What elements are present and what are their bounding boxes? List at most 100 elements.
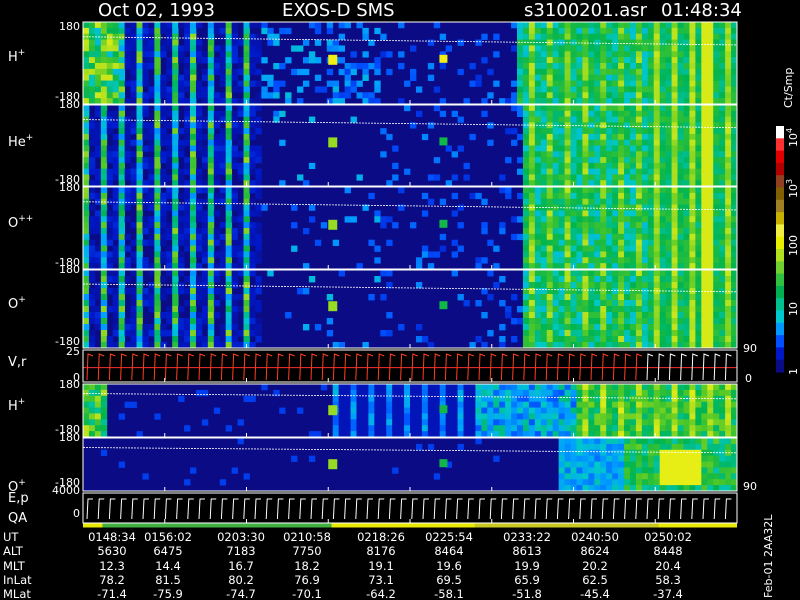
spectrogram-cell bbox=[606, 39, 613, 46]
spectrogram-cell bbox=[421, 133, 429, 141]
colorbar-segment bbox=[776, 310, 784, 324]
spectrogram-cell bbox=[172, 74, 179, 81]
spectrogram-cell bbox=[118, 210, 126, 217]
spectrogram-cell bbox=[398, 389, 405, 397]
spectrogram-cell bbox=[731, 431, 738, 438]
spectrogram-cell bbox=[118, 330, 126, 337]
spectrogram-cell bbox=[154, 210, 161, 217]
spectrogram-cell bbox=[659, 401, 667, 408]
spectrogram-cell bbox=[558, 33, 565, 40]
spectrogram-cell bbox=[653, 306, 661, 313]
spectrogram-cell bbox=[219, 192, 227, 200]
spectrogram-cell bbox=[677, 342, 684, 349]
spectrogram-cell bbox=[570, 455, 577, 462]
spectrogram-cell bbox=[671, 312, 678, 319]
spectrogram-cell bbox=[493, 80, 500, 87]
spectrogram-cell bbox=[683, 461, 690, 468]
spectrogram-cell bbox=[647, 27, 655, 35]
spectrogram-cell bbox=[172, 168, 179, 175]
spectrogram-cell bbox=[588, 187, 595, 194]
spectrogram-cell bbox=[297, 68, 304, 76]
spectrogram-cell bbox=[136, 187, 143, 194]
spectrogram-cell bbox=[160, 27, 167, 35]
spectrogram-cell bbox=[713, 27, 720, 35]
spectrogram-cell bbox=[635, 407, 643, 414]
spectrogram-cell bbox=[231, 110, 238, 117]
ep-background bbox=[83, 493, 737, 523]
spectrogram-cell bbox=[255, 57, 262, 64]
spectrogram-cell bbox=[528, 80, 536, 87]
spectrogram-cell bbox=[94, 263, 102, 270]
spectrogram-cell bbox=[612, 245, 619, 252]
spectrogram-cell bbox=[624, 39, 631, 46]
spectrogram-cell bbox=[118, 270, 126, 277]
spectrogram-cell bbox=[618, 384, 625, 391]
spectrogram-cell bbox=[689, 128, 696, 135]
spectrogram-cell bbox=[100, 180, 108, 187]
spectrogram-cell bbox=[94, 294, 102, 301]
spectrogram-cell bbox=[624, 222, 631, 229]
spectrogram-cell bbox=[237, 263, 244, 270]
spectrogram-cell bbox=[154, 276, 161, 283]
spectrogram-cell bbox=[338, 384, 345, 391]
spectrogram-cell bbox=[225, 187, 233, 194]
spectrogram-cell bbox=[201, 257, 209, 264]
spectrogram-cell bbox=[629, 22, 637, 29]
spectrogram-cell bbox=[457, 116, 464, 123]
spectrogram-cell bbox=[683, 133, 690, 141]
spectrogram-cell bbox=[641, 39, 649, 46]
spectrogram-cell bbox=[195, 300, 203, 307]
spectrogram-cell bbox=[612, 270, 619, 277]
spectrogram-cell bbox=[83, 276, 90, 283]
spectrogram-cell bbox=[106, 80, 114, 87]
spectrogram-cell bbox=[695, 413, 702, 420]
spectrogram-cell bbox=[558, 174, 565, 181]
spectrogram-cell bbox=[588, 39, 595, 46]
spectrogram-cell bbox=[94, 51, 102, 58]
spectrogram-cell bbox=[719, 473, 726, 480]
spectrogram-cell bbox=[386, 407, 393, 414]
spectrogram-cell bbox=[635, 80, 643, 87]
spectrogram-cell bbox=[231, 318, 238, 325]
spectrogram-cell bbox=[469, 425, 476, 432]
spectrogram-cell bbox=[558, 467, 565, 474]
spectrogram-cell bbox=[481, 98, 488, 105]
spectrogram-cell bbox=[582, 485, 589, 492]
spectrogram-cell bbox=[415, 407, 423, 414]
spectrogram-cell bbox=[190, 98, 197, 105]
spectrogram-cell bbox=[641, 162, 649, 170]
spectrogram-cell bbox=[558, 306, 565, 313]
spectrogram-cell bbox=[314, 22, 322, 29]
spectrogram-cell bbox=[659, 187, 667, 194]
spectrogram-cell bbox=[588, 192, 595, 200]
spectrogram-cell bbox=[237, 438, 244, 445]
spectrogram-cell bbox=[671, 263, 678, 270]
spectrogram-cell bbox=[136, 105, 143, 112]
spectrogram-cell bbox=[606, 216, 613, 223]
spectrogram-cell bbox=[172, 294, 179, 301]
spectrogram-cell bbox=[624, 282, 631, 289]
spectrogram-cell bbox=[237, 105, 244, 112]
spectrogram-cell bbox=[534, 133, 542, 141]
spectrogram-cell bbox=[160, 168, 167, 175]
spectrogram-cell bbox=[689, 306, 696, 313]
spectrogram-cell bbox=[154, 145, 161, 152]
spectrogram-cell bbox=[190, 294, 197, 301]
spectrogram-cell bbox=[534, 180, 542, 187]
spectrogram-cell bbox=[178, 45, 185, 52]
spectrogram-cell bbox=[225, 68, 233, 76]
spectrogram-cell bbox=[166, 245, 173, 252]
spectrogram-cell bbox=[594, 139, 601, 146]
spectrogram-cell bbox=[255, 288, 262, 295]
spectrogram-cell bbox=[558, 133, 565, 141]
spectrogram-cell bbox=[612, 198, 619, 205]
spectrogram-cell bbox=[83, 133, 90, 141]
spectrogram-cell bbox=[731, 288, 738, 295]
spectrogram-cell bbox=[588, 80, 595, 87]
spectrogram-cell bbox=[701, 110, 708, 117]
spectrogram-cell bbox=[219, 51, 227, 58]
spectrogram-cell bbox=[540, 228, 548, 235]
spectrogram-cell bbox=[582, 139, 589, 146]
spectrogram-cell bbox=[136, 110, 143, 117]
spectrogram-cell bbox=[594, 461, 601, 468]
